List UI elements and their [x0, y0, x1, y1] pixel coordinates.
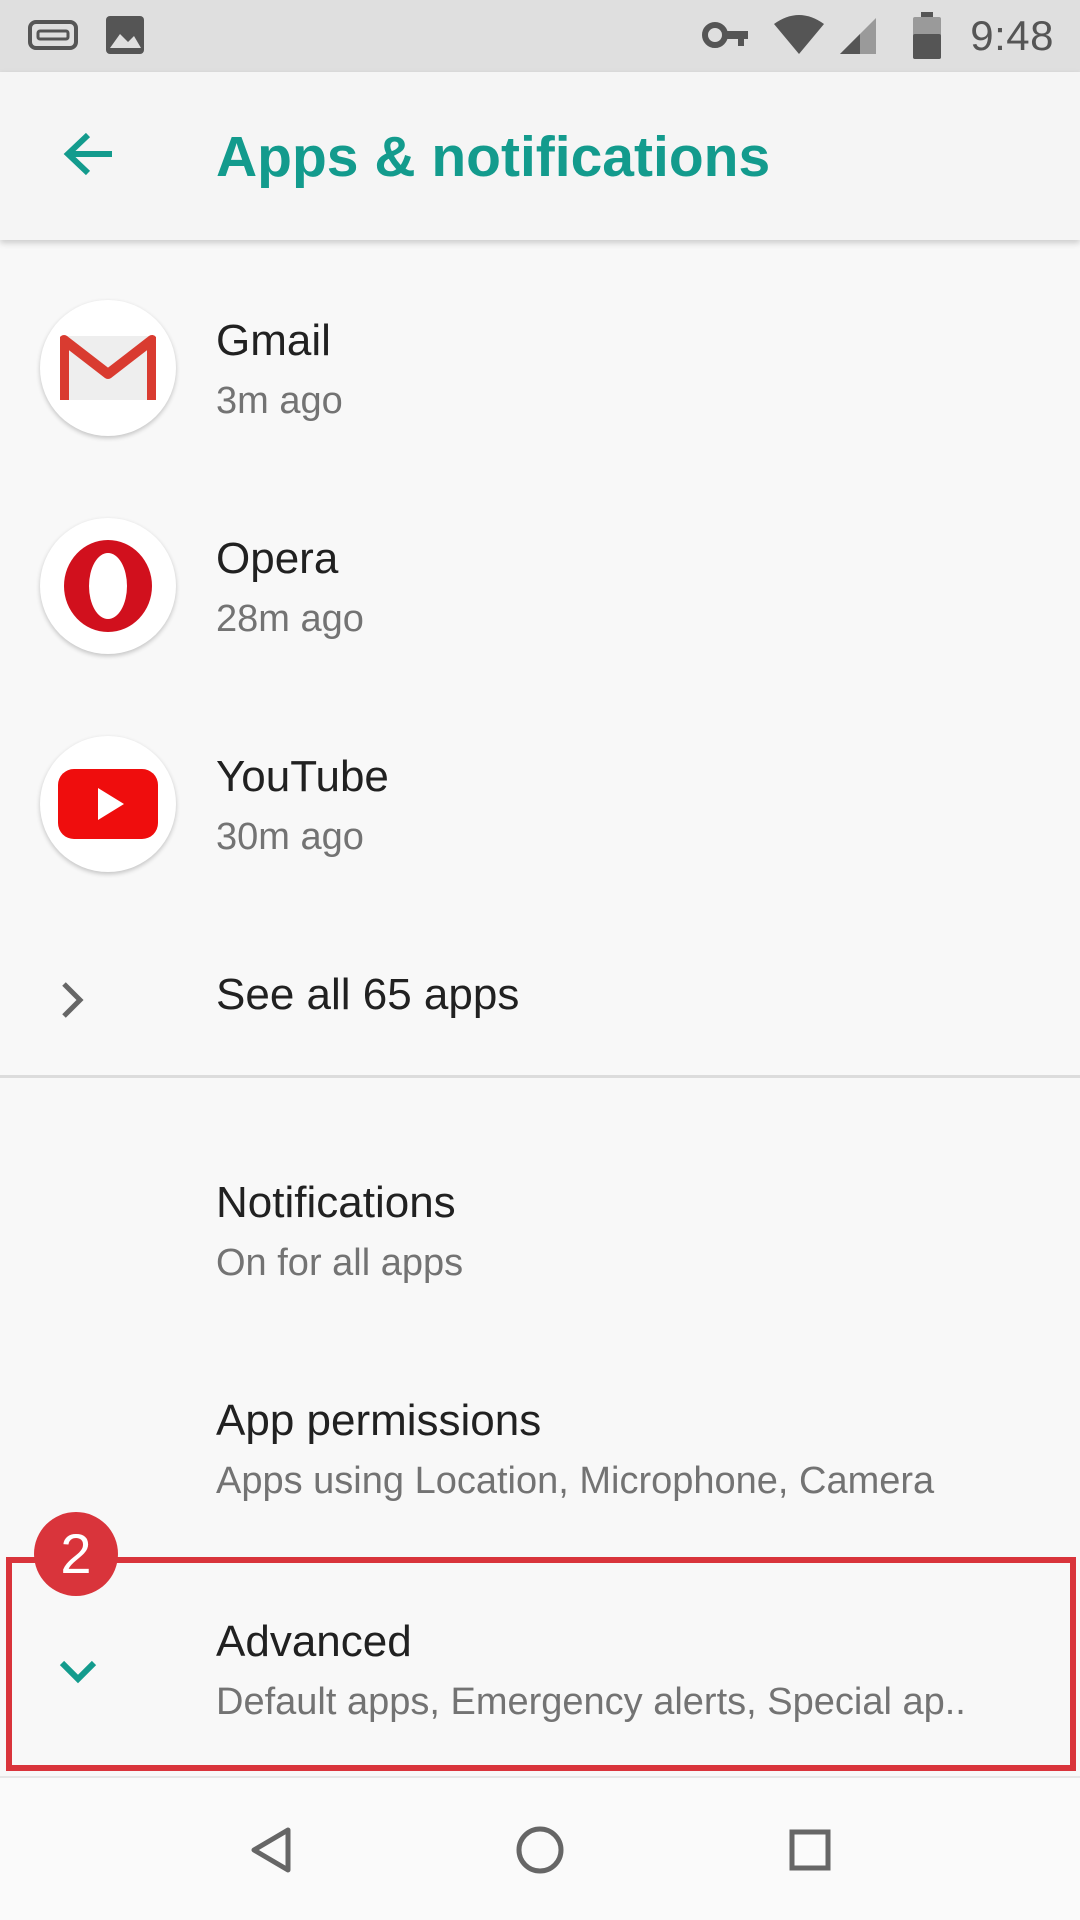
app-name: Gmail — [216, 316, 331, 365]
list-item-opera[interactable]: Opera 28m ago — [0, 476, 1080, 694]
nav-home-button[interactable] — [492, 1804, 588, 1900]
app-bar: Apps & notifications — [0, 72, 1080, 240]
app-last-used: 28m ago — [216, 598, 364, 640]
signal-icon — [838, 16, 878, 61]
setting-subtitle: Apps using Location, Microphone, Camera — [216, 1460, 935, 1502]
list-item-gmail[interactable]: Gmail 3m ago — [0, 258, 1080, 476]
app-name: YouTube — [216, 752, 389, 801]
setting-subtitle: Default apps, Emergency alerts, Special … — [216, 1681, 966, 1723]
app-permissions-row[interactable]: App permissions Apps using Location, Mic… — [0, 1334, 1080, 1552]
back-triangle-icon — [248, 1826, 292, 1879]
navigation-bar — [0, 1776, 1080, 1920]
youtube-icon — [40, 736, 176, 872]
page-title: Apps & notifications — [216, 125, 771, 189]
recents-square-icon — [788, 1828, 832, 1877]
see-all-apps-row[interactable]: See all 65 apps — [0, 936, 1080, 1072]
see-all-label: See all 65 apps — [216, 970, 520, 1019]
annotation-badge: 2 — [34, 1512, 118, 1596]
opera-icon — [40, 518, 176, 654]
image-icon — [104, 14, 146, 61]
divider — [0, 1075, 1080, 1078]
app-last-used: 3m ago — [216, 380, 343, 422]
app-last-used: 30m ago — [216, 816, 364, 858]
chevron-right-icon — [58, 978, 86, 1027]
setting-title: Notifications — [216, 1178, 456, 1227]
setting-title: App permissions — [216, 1396, 542, 1445]
setting-subtitle: On for all apps — [216, 1242, 464, 1284]
nav-recents-button[interactable] — [762, 1804, 858, 1900]
arrow-back-icon — [62, 131, 114, 182]
screen: 9:48 Apps & notifications Gmail 3m ago O… — [0, 0, 1080, 1920]
wifi-icon — [772, 14, 826, 61]
app-name: Opera — [216, 534, 339, 583]
gmail-icon — [40, 300, 176, 436]
chevron-down-icon — [58, 1659, 98, 1690]
home-circle-icon — [515, 1825, 565, 1880]
notifications-row[interactable]: Notifications On for all apps — [0, 1116, 1080, 1334]
battery-icon — [912, 12, 942, 65]
vpn-key-icon — [702, 18, 750, 57]
advanced-row[interactable]: Advanced Default apps, Emergency alerts,… — [6, 1557, 1076, 1771]
keyboard-icon — [28, 18, 78, 57]
status-bar: 9:48 — [0, 0, 1080, 72]
back-button[interactable] — [40, 108, 136, 204]
status-time: 9:48 — [970, 12, 1054, 59]
list-item-youtube[interactable]: YouTube 30m ago — [0, 694, 1080, 912]
nav-back-button[interactable] — [222, 1804, 318, 1900]
setting-title: Advanced — [216, 1617, 412, 1666]
